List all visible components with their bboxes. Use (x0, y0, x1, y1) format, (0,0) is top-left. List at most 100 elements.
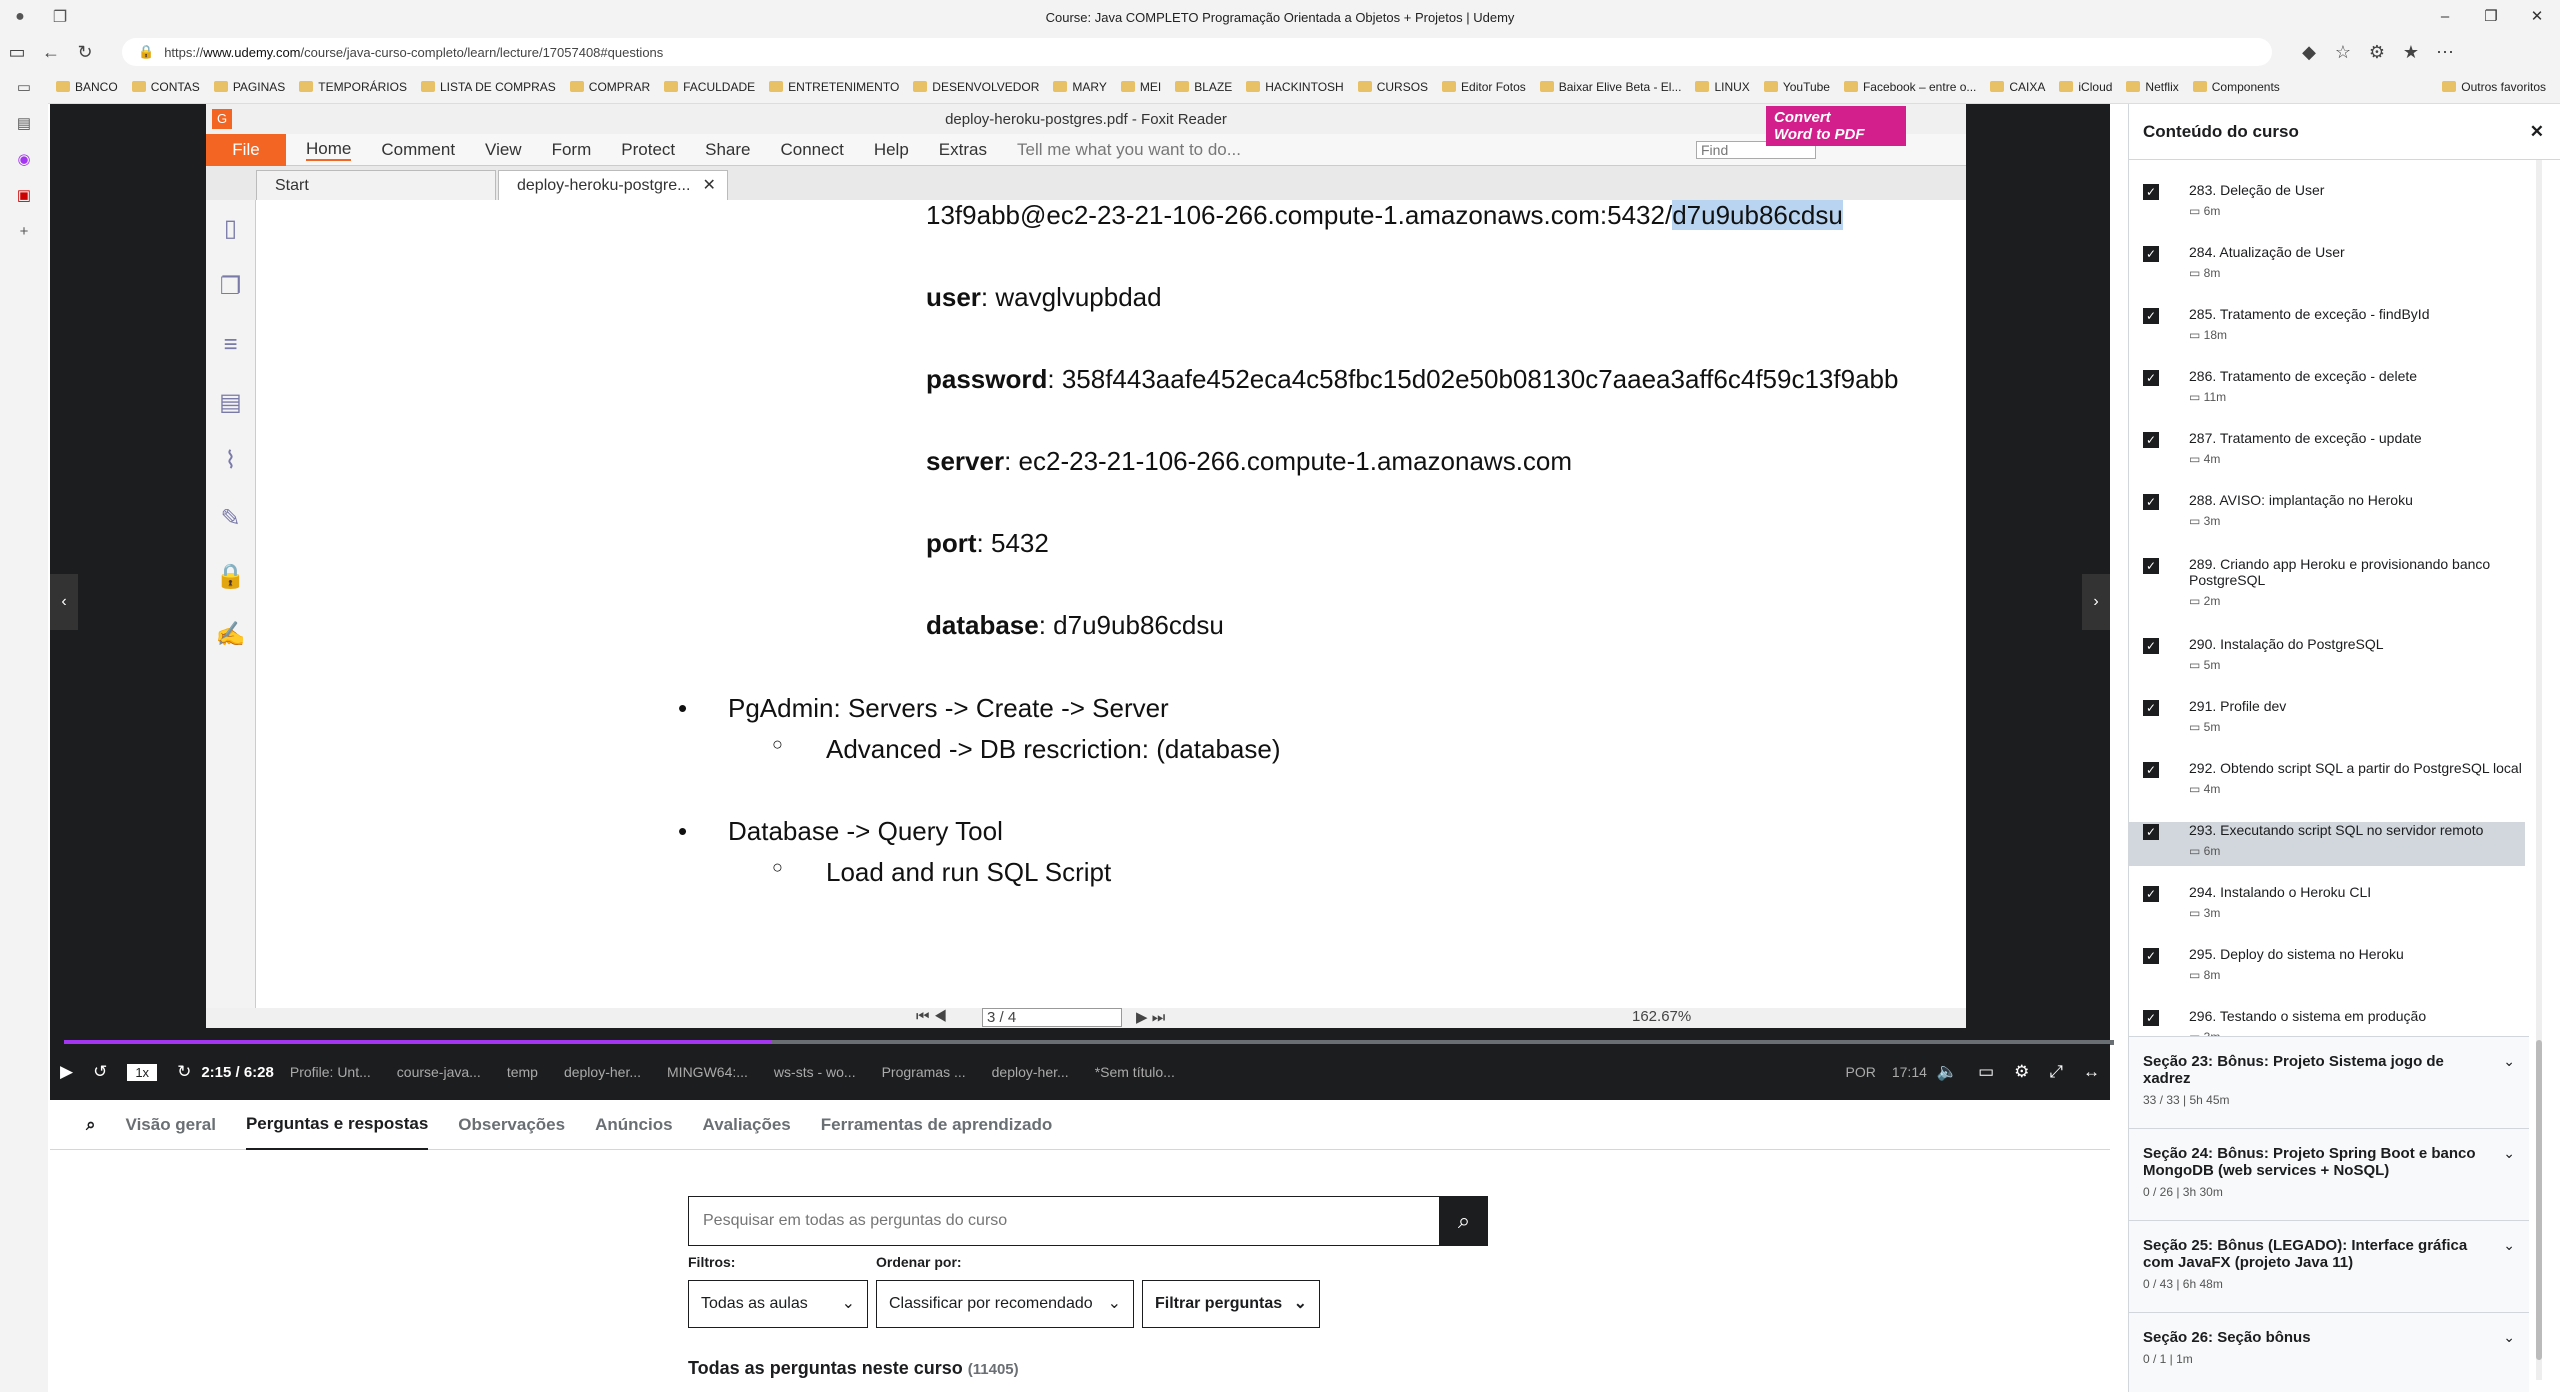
filter-select[interactable]: Todas as aulas ⌄ (688, 1280, 868, 1328)
lecture-checkbox[interactable]: ✓ (2143, 1010, 2159, 1026)
bookmark-item[interactable]: CONTAS (131, 80, 200, 94)
lecture-item[interactable]: ✓ 285. Tratamento de exceção - findById ▭ … (2129, 306, 2525, 342)
lecture-checkbox[interactable]: ✓ (2143, 948, 2159, 964)
bookmark-item[interactable]: DESENVOLVEDOR (913, 80, 1039, 94)
tab-overview[interactable]: Visão geral (126, 1101, 216, 1149)
lecture-item[interactable]: ✓ 289. Criando app Heroku e provisionando… (2129, 556, 2525, 608)
order-select[interactable]: Classificar por recomendado ⌄ (876, 1280, 1134, 1328)
lecture-item[interactable]: ✓ 288. AVISO: implantação no Heroku ▭ 3m (2129, 492, 2525, 528)
captions-icon[interactable]: ▭ (1978, 1062, 1994, 1082)
bookmark-item[interactable]: MEI (1120, 80, 1161, 94)
maximize-button[interactable]: ❐ (2468, 0, 2514, 34)
pages-panel-icon[interactable]: ❐ (206, 258, 255, 316)
lecture-item[interactable]: ✓ 286. Tratamento de exceção - delete ▭ 11… (2129, 368, 2525, 404)
bookmark-item[interactable]: LINUX (1695, 80, 1750, 94)
next-page-button[interactable]: ▶ ⏭ (1136, 1008, 1165, 1026)
tabs-icon[interactable]: ▭ (0, 70, 48, 106)
lecture-checkbox[interactable]: ✓ (2143, 494, 2159, 510)
zoom-level[interactable]: 162.67% (1632, 1008, 1691, 1025)
tab-tools[interactable]: Ferramentas de aprendizado (821, 1101, 1052, 1149)
close-window-button[interactable]: ✕ (2514, 0, 2560, 34)
lecture-checkbox[interactable]: ✓ (2143, 638, 2159, 654)
lecture-item[interactable]: ✓ 283. Deleção de User ▭ 6m (2129, 182, 2525, 218)
expand-icon[interactable]: ↔ (2083, 1062, 2100, 1082)
bookmark-item[interactable]: Netflix (2126, 80, 2179, 94)
lecture-checkbox[interactable]: ✓ (2143, 558, 2159, 574)
bookmark-item[interactable]: CAIXA (1990, 80, 2045, 94)
bookmark-item[interactable]: MARY (1053, 80, 1107, 94)
close-tab-icon[interactable]: ✕ (702, 177, 715, 194)
bookmark-item[interactable]: CURSOS (1357, 80, 1428, 94)
bookmark-item[interactable]: TEMPORÁRIOS (299, 80, 407, 94)
favorites-icon[interactable]: ★ (2394, 42, 2428, 63)
security-panel-icon[interactable]: 🔒 (206, 548, 255, 606)
lecture-item[interactable]: ✓ 294. Instalando o Heroku CLI ▭ 3m (2129, 884, 2525, 920)
bookmark-item[interactable]: PAGINAS (213, 80, 285, 94)
tab-notes[interactable]: Observações (458, 1101, 565, 1149)
settings-icon[interactable]: ⚙ (2014, 1062, 2029, 1082)
collections-icon[interactable]: ▤ (0, 106, 48, 142)
foxit-menu-form[interactable]: Form (552, 140, 592, 160)
tab-announcements[interactable]: Anúncios (595, 1101, 672, 1149)
next-lecture-button[interactable]: › (2082, 574, 2110, 630)
comments-panel-icon[interactable]: ▤ (206, 374, 255, 432)
udemy-tab-icon[interactable]: ◉ (0, 142, 48, 178)
bookmark-item[interactable]: Baixar Elive Beta - El... (1539, 80, 1681, 94)
lecture-checkbox[interactable]: ✓ (2143, 432, 2159, 448)
extension-icon[interactable]: ◆ (2292, 42, 2326, 63)
minimize-button[interactable]: – (2422, 0, 2468, 34)
bookmark-item[interactable]: COMPRAR (569, 80, 650, 94)
extensions-icon[interactable]: ⚙ (2360, 42, 2394, 63)
foxit-tab-start[interactable]: Start (256, 170, 496, 200)
bookmark-item[interactable]: Components (2192, 80, 2280, 94)
bookmark-item[interactable]: LISTA DE COMPRAS (420, 80, 556, 94)
layers-panel-icon[interactable]: ≡ (206, 316, 255, 374)
add-tab-icon[interactable]: + (0, 214, 48, 250)
section-item[interactable]: Seção 25: Bônus (LEGADO): Interface gráf… (2129, 1220, 2529, 1312)
tab-qa[interactable]: Perguntas e respostas (245, 1100, 429, 1150)
lecture-item[interactable]: ✓ 290. Instalação do PostgreSQL ▭ 5m (2129, 636, 2525, 672)
close-icon[interactable]: ✕ (2530, 122, 2544, 142)
chevron-down-icon[interactable]: ⌄ (2503, 1237, 2515, 1254)
lecture-item[interactable]: ✓ 295. Deploy do sistema no Heroku ▭ 8m (2129, 946, 2525, 982)
signature-panel-icon[interactable]: ✎ (206, 490, 255, 548)
lecture-item[interactable]: ✓ 292. Obtendo script SQL a partir do Pos… (2129, 760, 2525, 796)
forward-icon[interactable]: ↻ (177, 1062, 191, 1082)
lecture-checkbox[interactable]: ✓ (2143, 184, 2159, 200)
foxit-menu-home[interactable]: Home (306, 139, 352, 161)
rewind-icon[interactable]: ↺ (93, 1062, 107, 1082)
bookmark-panel-icon[interactable]: ▯ (206, 200, 255, 258)
reload-button[interactable]: ↻ (68, 42, 102, 63)
section-item[interactable]: Seção 24: Bônus: Projeto Spring Boot e b… (2129, 1128, 2529, 1220)
lecture-item[interactable]: ✓ 287. Tratamento de exceção - update ▭ 4m (2129, 430, 2525, 466)
bookmark-item[interactable]: FACULDADE (664, 80, 755, 94)
certificate-panel-icon[interactable]: ✍ (206, 606, 255, 664)
more-menu-icon[interactable]: ⋯ (2428, 42, 2462, 63)
bookmark-item[interactable]: HACKINTOSH (1246, 80, 1344, 94)
bookmark-item[interactable]: iCloud (2059, 80, 2112, 94)
volume-icon[interactable]: 🔈 (1937, 1062, 1958, 1082)
attachments-panel-icon[interactable]: ⌇ (206, 432, 255, 490)
qa-search-input[interactable] (688, 1196, 1440, 1246)
bookmark-item[interactable]: BANCO (56, 80, 118, 94)
lecture-checkbox[interactable]: ✓ (2143, 246, 2159, 262)
foxit-menu-comment[interactable]: Comment (381, 140, 455, 160)
foxit-tab-doc[interactable]: deploy-heroku-postgre... ✕ (498, 170, 728, 200)
filter-questions-button[interactable]: Filtrar perguntas ⌄ (1142, 1280, 1320, 1328)
lecture-checkbox[interactable]: ✓ (2143, 886, 2159, 902)
search-button[interactable]: ⌕ (1440, 1196, 1488, 1246)
speed-button[interactable]: 1x (127, 1063, 158, 1081)
tab-reviews[interactable]: Avaliações (703, 1101, 791, 1149)
foxit-menu-share[interactable]: Share (705, 140, 750, 160)
bookmark-item[interactable]: BLAZE (1175, 80, 1232, 94)
bookmark-item[interactable]: ENTRETENIMENTO (769, 80, 899, 94)
chevron-down-icon[interactable]: ⌄ (2503, 1053, 2515, 1070)
foxit-menu-extras[interactable]: Extras (939, 140, 987, 160)
favorite-star-icon[interactable]: ☆ (2326, 42, 2360, 63)
first-page-button[interactable]: ⏮ ◀ (916, 1008, 947, 1025)
lecture-checkbox[interactable]: ✓ (2143, 370, 2159, 386)
bookmark-item[interactable]: Editor Fotos (1442, 80, 1526, 94)
section-item[interactable]: Seção 23: Bônus: Projeto Sistema jogo de… (2129, 1036, 2529, 1128)
prev-lecture-button[interactable]: ‹ (50, 574, 78, 630)
bookmark-item[interactable]: Outros favoritos (2442, 80, 2546, 94)
